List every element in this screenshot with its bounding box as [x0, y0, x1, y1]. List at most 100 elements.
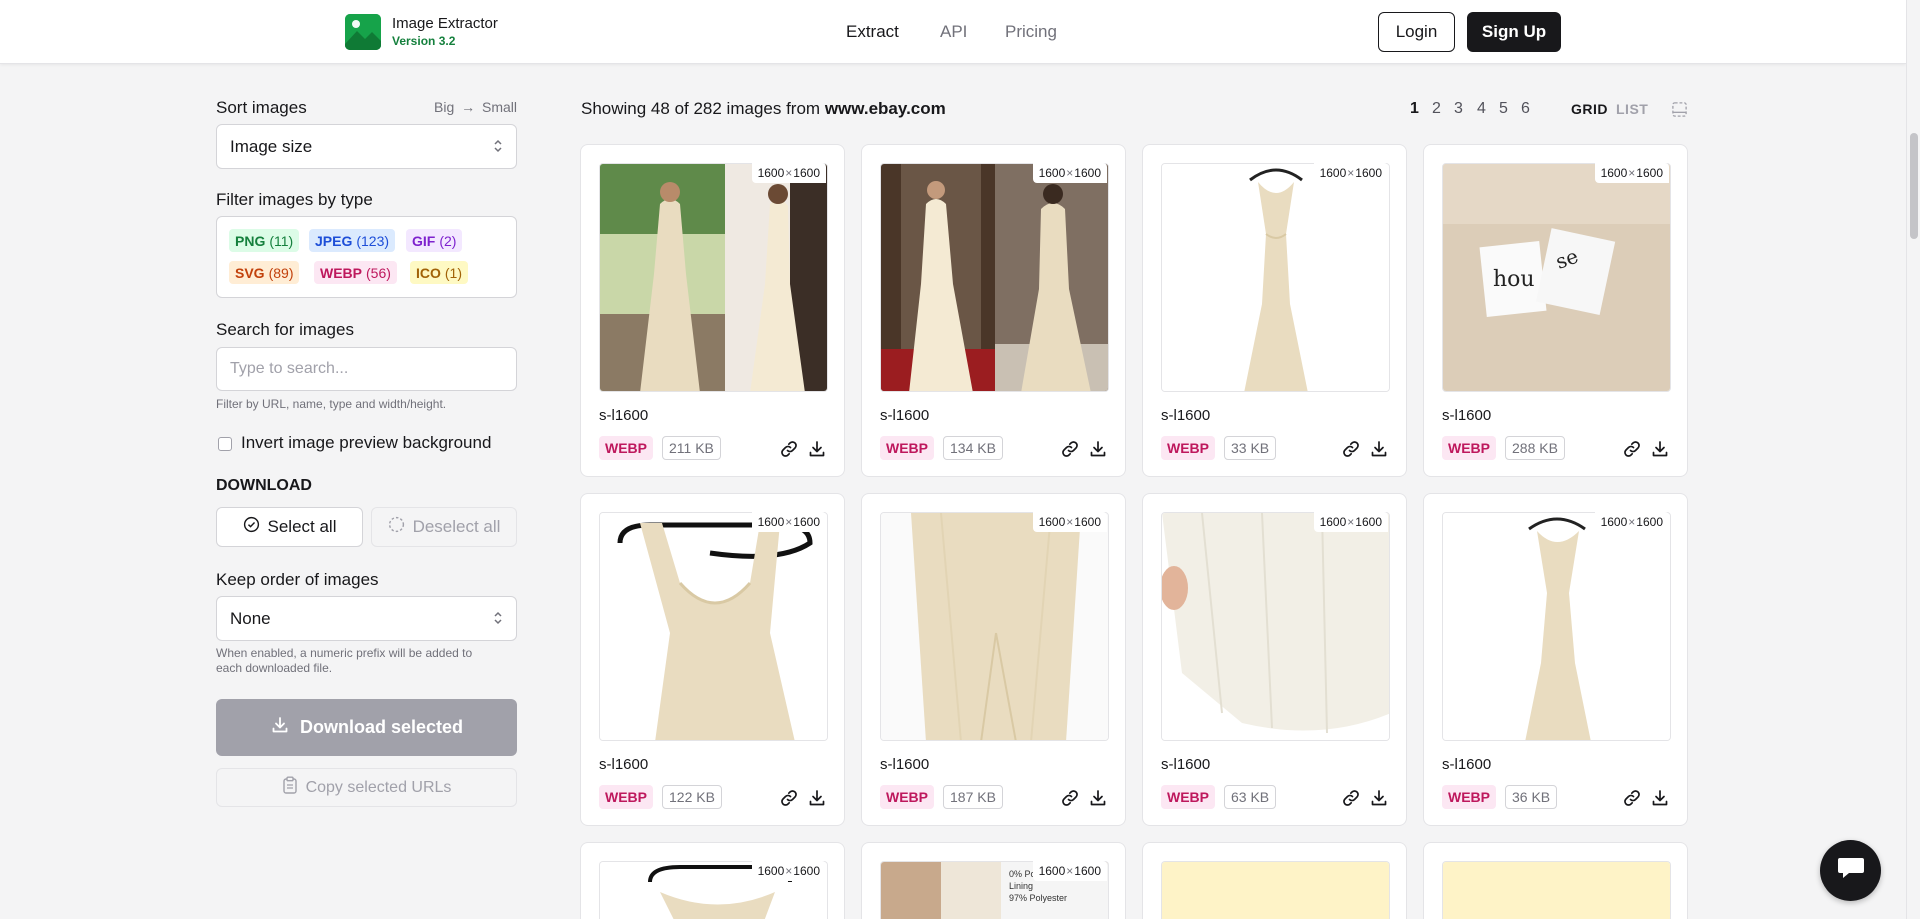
keep-order-hint-line-2: each downloaded file.: [216, 661, 333, 675]
tag-svg-name: SVG: [235, 264, 265, 281]
image-thumbnail[interactable]: hou se: [1442, 163, 1671, 392]
copy-urls-label: Copy selected URLs: [305, 778, 452, 796]
image-card[interactable]: 0% Polyester Lining 97% Polyester1600×16…: [861, 842, 1126, 919]
layout-icon[interactable]: [1671, 101, 1688, 123]
image-thumbnail[interactable]: [1442, 861, 1671, 919]
image-dimensions: 1600×1600: [1594, 163, 1669, 183]
download-selected-button[interactable]: Download selected: [216, 699, 517, 756]
link-icon[interactable]: [1060, 788, 1080, 813]
image-card[interactable]: hou se 1600×1600 s-l1600 WEBP 288 KB: [1423, 144, 1688, 477]
image-thumbnail[interactable]: [599, 163, 828, 392]
image-type-badge: WEBP: [1161, 436, 1215, 460]
download-icon[interactable]: [1650, 439, 1670, 464]
image-thumbnail[interactable]: [1442, 512, 1671, 741]
invert-background-checkbox[interactable]: [218, 437, 232, 451]
image-thumbnail[interactable]: [599, 512, 828, 741]
download-icon[interactable]: [1369, 439, 1389, 464]
times-sign: ×: [785, 166, 793, 180]
image-logo-icon[interactable]: [345, 14, 381, 50]
tag-svg[interactable]: SVG (89): [229, 261, 300, 284]
results-domain[interactable]: www.ebay.com: [825, 99, 946, 118]
link-icon[interactable]: [1622, 788, 1642, 813]
tag-png[interactable]: PNG (11): [229, 229, 300, 252]
link-icon[interactable]: [779, 439, 799, 464]
keep-order-select[interactable]: None: [216, 596, 517, 641]
image-thumbnail[interactable]: [1161, 861, 1390, 919]
arrow-right-icon: →: [461, 99, 476, 115]
nav-extract[interactable]: Extract: [846, 22, 899, 42]
image-thumbnail[interactable]: [880, 512, 1109, 741]
page-3[interactable]: 3: [1454, 100, 1463, 118]
tag-webp-count: (56): [366, 264, 391, 281]
page-1[interactable]: 1: [1410, 100, 1419, 118]
download-icon[interactable]: [807, 439, 827, 464]
tag-gif[interactable]: GIF (2): [406, 229, 463, 252]
page-5[interactable]: 5: [1499, 100, 1508, 118]
image-filename: s-l1600: [880, 407, 930, 424]
download-icon[interactable]: [1369, 788, 1389, 813]
image-filename: s-l1600: [599, 756, 649, 773]
link-icon[interactable]: [779, 788, 799, 813]
search-input[interactable]: [216, 347, 517, 391]
image-card[interactable]: 1600×1600 s-l1600 WEBP 134 KB: [861, 144, 1126, 477]
image-card[interactable]: 1600×1600 s-l1600 WEBP 211 KB: [580, 144, 845, 477]
page-6[interactable]: 6: [1521, 100, 1530, 118]
image-card[interactable]: 1600×1600 s-l1600 WEBP 187 KB: [861, 493, 1126, 826]
sort-select[interactable]: Image size: [216, 124, 517, 169]
brand-name[interactable]: Image Extractor: [392, 15, 498, 32]
page-4[interactable]: 4: [1477, 100, 1486, 118]
chat-icon: [1836, 855, 1866, 886]
view-grid-toggle[interactable]: GRID: [1571, 101, 1608, 117]
link-icon[interactable]: [1341, 788, 1361, 813]
image-thumbnail[interactable]: [1161, 163, 1390, 392]
image-thumbnail[interactable]: [880, 163, 1109, 392]
signup-button[interactable]: Sign Up: [1467, 12, 1561, 52]
scrollbar-thumb[interactable]: [1910, 133, 1918, 239]
link-icon[interactable]: [1622, 439, 1642, 464]
download-heading: DOWNLOAD: [216, 477, 312, 494]
image-size-badge: 211 KB: [662, 436, 721, 460]
image-card[interactable]: 1600×1600 s-l1600 WEBP 122 KB: [580, 493, 845, 826]
login-button[interactable]: Login: [1378, 12, 1455, 52]
image-card[interactable]: [1423, 842, 1688, 919]
chevron-updown-icon: [493, 138, 503, 156]
times-sign: ×: [1066, 864, 1074, 878]
page-2[interactable]: 2: [1432, 100, 1441, 118]
download-icon[interactable]: [807, 788, 827, 813]
image-size-badge: 122 KB: [662, 785, 722, 809]
image-dimensions: 1600×1600: [751, 512, 826, 532]
image-size-badge: 288 KB: [1505, 436, 1565, 460]
link-icon[interactable]: [1060, 439, 1080, 464]
tag-ico[interactable]: ICO (1): [410, 261, 469, 284]
download-icon[interactable]: [1088, 788, 1108, 813]
copy-urls-button[interactable]: Copy selected URLs: [216, 768, 517, 807]
select-all-label: Select all: [267, 517, 337, 536]
invert-background-label[interactable]: Invert image preview background: [241, 433, 491, 453]
download-icon[interactable]: [1650, 788, 1670, 813]
image-card[interactable]: 1600×1600 s-l1600 WEBP 33 KB: [1142, 144, 1407, 477]
image-dimensions: 1600×1600: [1313, 163, 1388, 183]
image-card[interactable]: [1142, 842, 1407, 919]
download-icon[interactable]: [1088, 439, 1108, 464]
brand-version: Version 3.2: [392, 34, 456, 48]
nav-pricing[interactable]: Pricing: [1005, 22, 1057, 42]
tag-jpeg[interactable]: JPEG (123): [309, 229, 396, 252]
image-card[interactable]: 1600×1600 s-l1600 WEBP 63 KB: [1142, 493, 1407, 826]
tag-webp[interactable]: WEBP (56): [314, 261, 397, 284]
sort-hint-small: Small: [482, 99, 518, 115]
image-width: 1600: [1038, 515, 1066, 529]
type-filter-box: PNG (11) JPEG (123) GIF (2) SVG (89) WEBP (56…: [216, 216, 517, 298]
search-images-label: Search for images: [216, 320, 354, 339]
image-thumbnail[interactable]: [1161, 512, 1390, 741]
image-height: 1600: [1074, 864, 1101, 878]
nav-api[interactable]: API: [940, 22, 967, 42]
select-all-button[interactable]: Select all: [216, 507, 363, 547]
image-card[interactable]: 1600×1600 s-l1600 WEBP 36 KB: [1423, 493, 1688, 826]
link-icon[interactable]: [1341, 439, 1361, 464]
chat-button[interactable]: [1820, 840, 1881, 901]
deselect-all-button[interactable]: Deselect all: [371, 507, 517, 547]
page-scrollbar[interactable]: [1906, 0, 1920, 919]
keep-order-hint: When enabled, a numeric prefix will be a…: [216, 646, 472, 676]
view-list-toggle[interactable]: LIST: [1616, 101, 1648, 117]
image-card[interactable]: 1600×1600: [580, 842, 845, 919]
